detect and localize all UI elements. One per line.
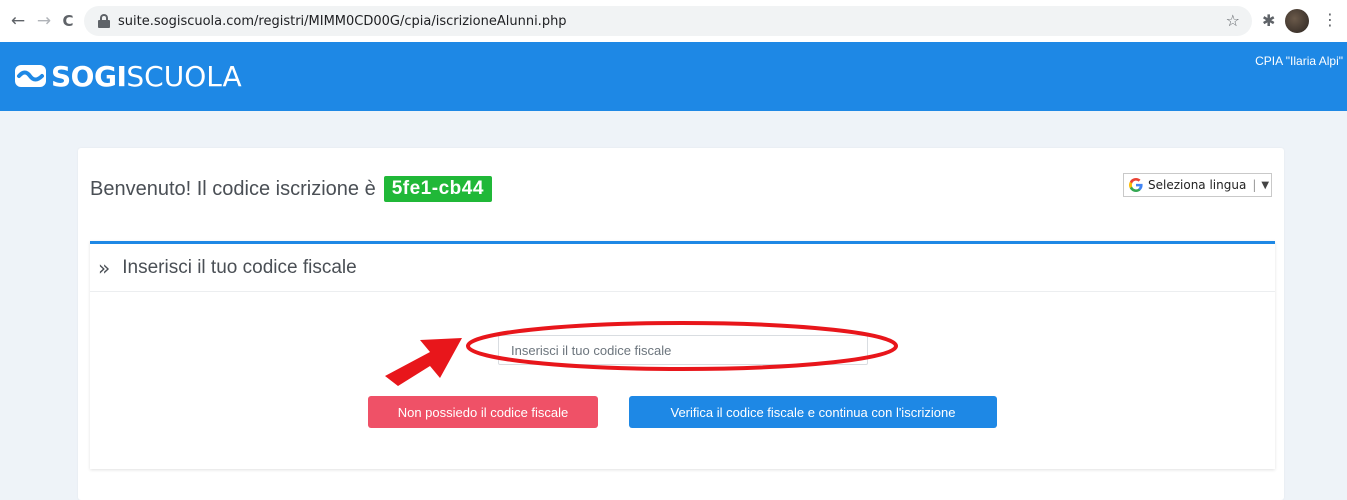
reload-icon[interactable]: C [58, 11, 78, 31]
back-icon[interactable]: ← [8, 11, 28, 31]
forward-icon[interactable]: → [34, 11, 54, 31]
logo-text-bold: SOGI [51, 59, 127, 93]
language-select-separator: | [1252, 178, 1257, 192]
bookmark-star-icon[interactable]: ☆ [1226, 11, 1240, 30]
registration-code-badge: 5fe1-cb44 [383, 176, 492, 202]
browser-menu-icon[interactable]: ⋮ [1322, 10, 1338, 29]
fiscal-code-panel: » Inserisci il tuo codice fiscale Non po… [90, 241, 1275, 469]
no-fiscal-code-button[interactable]: Non possiedo il codice fiscale [368, 396, 598, 428]
welcome-message: Benvenuto! Il codice iscrizione è 5fe1-c… [90, 176, 492, 202]
logo-mark-icon [15, 65, 46, 87]
panel-title: Inserisci il tuo codice fiscale [122, 256, 357, 278]
language-select-label: Seleziona lingua [1148, 178, 1247, 192]
school-name: CPIA "Ilaria Alpi" [1255, 54, 1343, 68]
welcome-text: Benvenuto! Il codice iscrizione è [90, 177, 376, 200]
fiscal-code-input[interactable] [498, 335, 868, 365]
profile-avatar[interactable] [1285, 9, 1309, 33]
url-text: suite.sogiscuola.com/registri/MIMM0CD00G… [118, 13, 567, 29]
sogiscuola-logo[interactable]: SOGI SCUOLA [14, 58, 242, 94]
double-chevron-right-icon: » [98, 255, 111, 280]
extensions-icon[interactable]: ✱ [1262, 11, 1275, 30]
language-select[interactable]: Seleziona lingua | ▼ [1123, 173, 1272, 197]
dropdown-arrow-icon: ▼ [1261, 179, 1270, 191]
logo-text-light: SCUOLA [126, 59, 242, 93]
browser-toolbar: ← → C suite.sogiscuola.com/registri/MIMM… [0, 0, 1347, 42]
panel-header: » Inserisci il tuo codice fiscale [90, 244, 1275, 292]
google-icon [1128, 177, 1144, 193]
registration-card: Benvenuto! Il codice iscrizione è 5fe1-c… [78, 148, 1284, 500]
lock-icon [98, 14, 110, 28]
verify-fiscal-code-button[interactable]: Verifica il codice fiscale e continua co… [629, 396, 997, 428]
address-bar[interactable]: suite.sogiscuola.com/registri/MIMM0CD00G… [84, 6, 1252, 36]
app-header: SOGI SCUOLA CPIA "Ilaria Alpi" [0, 42, 1347, 111]
